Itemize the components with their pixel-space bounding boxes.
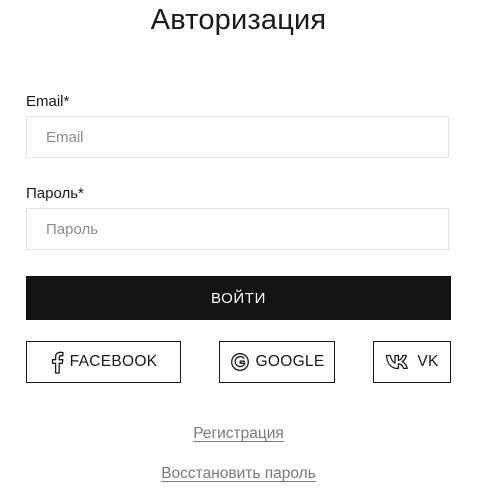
page-title: Авторизация: [150, 4, 327, 36]
password-input[interactable]: [26, 208, 449, 250]
vk-icon: [385, 353, 411, 371]
email-input[interactable]: [26, 116, 449, 158]
facebook-icon: [50, 350, 64, 374]
google-login-button[interactable]: GOOGLE: [219, 341, 335, 383]
register-link-row: Регистрация: [0, 425, 477, 443]
google-icon: [230, 352, 250, 372]
register-link[interactable]: Регистрация: [193, 425, 284, 442]
login-button[interactable]: ВОЙТИ: [26, 276, 451, 320]
password-label-text: Пароль: [26, 185, 79, 202]
password-required-mark: *: [78, 185, 84, 202]
restore-password-link-row: Восстановить пароль: [0, 465, 477, 483]
facebook-label: FACEBOOK: [69, 353, 158, 370]
password-label: Пароль*: [26, 185, 84, 202]
vk-login-button[interactable]: VK: [373, 341, 451, 383]
email-label: Email*: [26, 93, 69, 110]
vk-label: VK: [417, 353, 439, 370]
restore-password-link[interactable]: Восстановить пароль: [161, 465, 316, 482]
google-label: GOOGLE: [255, 353, 325, 370]
email-label-text: Email: [26, 93, 64, 110]
facebook-login-button[interactable]: FACEBOOK: [26, 341, 181, 383]
email-required-mark: *: [63, 93, 70, 110]
